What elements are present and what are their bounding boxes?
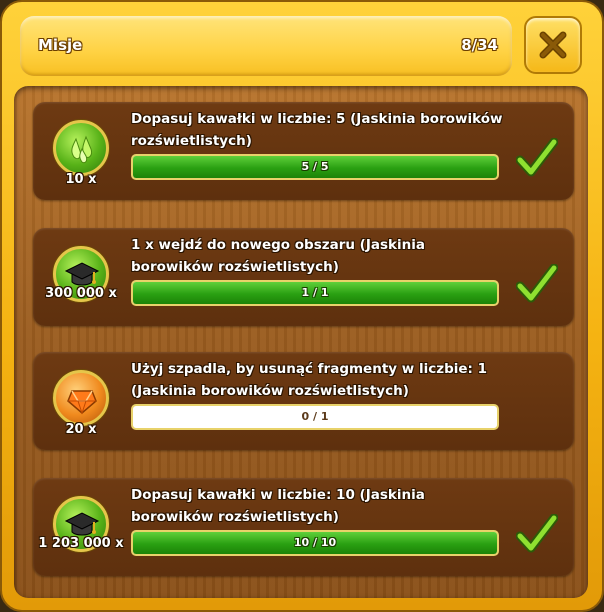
reward-amount: 20 x xyxy=(65,422,97,437)
progress-bar: 5 / 5 xyxy=(131,154,499,180)
green-drops-icon xyxy=(71,135,92,164)
progress-bar: 0 / 1 xyxy=(131,404,499,430)
reward-badge xyxy=(53,370,109,426)
missions-count: 8/34 xyxy=(461,36,498,54)
mission-description: Użyj szpadla, by usunąć fragmenty w licz… xyxy=(131,361,488,399)
mission-description: Dopasuj kawałki w liczbie: 5 (Jaskinia b… xyxy=(131,111,503,149)
close-button[interactable] xyxy=(524,16,582,74)
mission-item: 1 203 000 x Dopasuj kawałki w liczbie: 1… xyxy=(33,478,574,576)
orange-gem-icon xyxy=(67,390,97,415)
title-bar: Misje 8/34 xyxy=(20,16,512,76)
mission-item: 10 x Dopasuj kawałki w liczbie: 5 (Jaski… xyxy=(33,102,574,200)
progress-bar: 10 / 10 xyxy=(131,530,499,556)
checkmark-icon xyxy=(516,514,558,553)
mission-item: 20 x Użyj szpadla, by usunąć fragmenty w… xyxy=(33,352,574,450)
checkmark-icon xyxy=(516,264,558,303)
reward-amount: 10 x xyxy=(65,172,97,187)
progress-label: 1 / 1 xyxy=(301,286,329,299)
reward-amount: 1 203 000 x xyxy=(38,536,124,551)
reward-amount: 300 000 x xyxy=(45,286,117,301)
mission-description: Dopasuj kawałki w liczbie: 10 (Jaskinia … xyxy=(131,487,425,525)
checkmark-icon xyxy=(516,138,558,177)
progress-label: 0 / 1 xyxy=(301,410,329,423)
progress-bar: 1 / 1 xyxy=(131,280,499,306)
mission-description: 1 x wejdź do nowego obszaru (Jaskinia bo… xyxy=(131,237,425,275)
reward-badge xyxy=(53,120,109,176)
progress-label: 10 / 10 xyxy=(293,536,337,549)
progress-label: 5 / 5 xyxy=(301,160,329,173)
mission-item: 300 000 x 1 x wejdź do nowego obszaru (J… xyxy=(33,228,574,326)
close-icon xyxy=(539,31,567,59)
window-title: Misje xyxy=(38,36,83,54)
